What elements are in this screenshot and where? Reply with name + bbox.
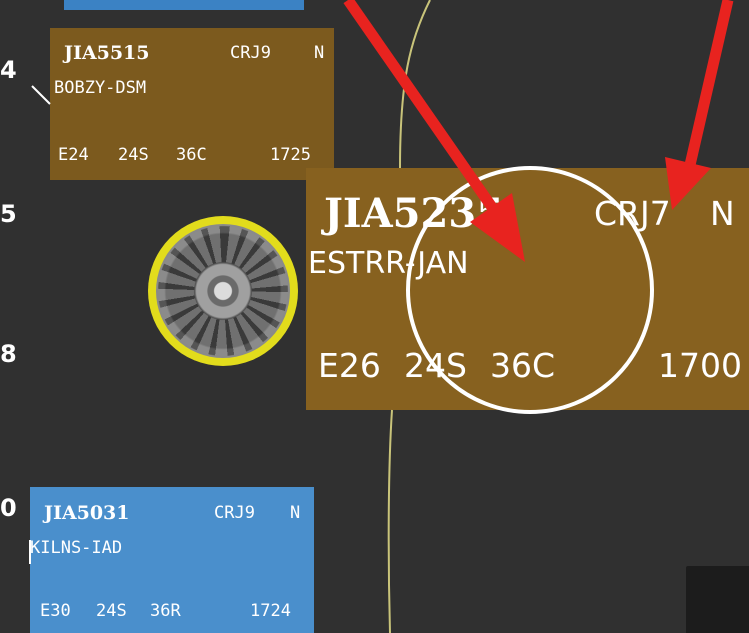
annotation-overlay: [29, 0, 734, 633]
highlight-circle: [406, 166, 654, 414]
arrow-left: [343, 0, 525, 262]
radar-scope: 4 5 8 0 JIA5515 CRJ9 N BOBZY-DSM E24 24S…: [0, 0, 749, 633]
arrow-right: [665, 0, 734, 210]
leader-line: [31, 85, 51, 105]
